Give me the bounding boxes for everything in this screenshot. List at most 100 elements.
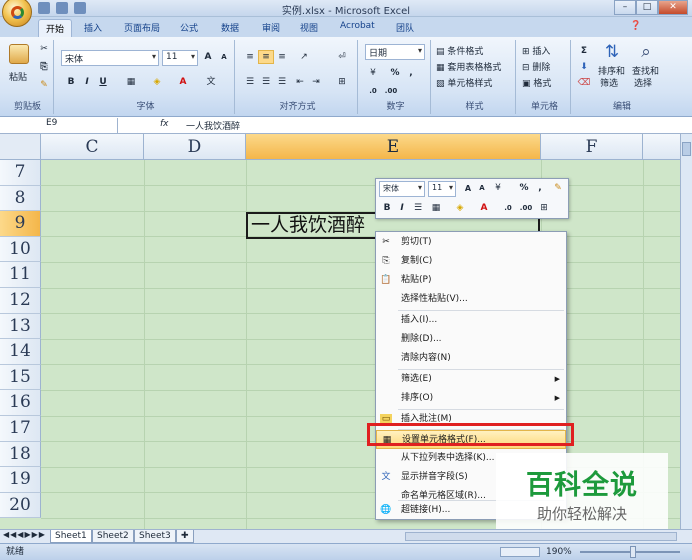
row-header[interactable]: 18 bbox=[0, 441, 41, 468]
font-size-combo[interactable]: 11 bbox=[162, 50, 198, 66]
format-painter-icon[interactable]: ✎ bbox=[36, 78, 52, 92]
insert-cells-button[interactable]: ⊞ 插入 bbox=[522, 44, 550, 60]
merge-center-icon[interactable]: ⊞ bbox=[334, 75, 350, 89]
select-all-corner[interactable] bbox=[0, 134, 41, 160]
maximize-button[interactable]: □ bbox=[636, 0, 658, 15]
italic-button[interactable]: I bbox=[79, 75, 95, 89]
fill-icon[interactable]: ⬇ bbox=[576, 60, 592, 74]
minimize-button[interactable]: – bbox=[614, 0, 636, 15]
decrease-indent-icon[interactable]: ⇤ bbox=[292, 75, 308, 89]
format-as-table-button[interactable]: ▦ 套用表格格式 bbox=[436, 60, 501, 76]
mini-font-color-icon[interactable]: A bbox=[476, 201, 492, 215]
scroll-thumb[interactable] bbox=[682, 142, 691, 156]
tab-acrobat[interactable]: Acrobat bbox=[340, 21, 375, 31]
paste-button[interactable]: 粘贴 bbox=[9, 70, 27, 86]
row-header[interactable]: 19 bbox=[0, 467, 41, 493]
decrease-decimal-icon[interactable]: .00 bbox=[383, 84, 399, 98]
cut-icon[interactable]: ✂ bbox=[36, 42, 52, 56]
mini-decrease-decimal-icon[interactable]: .00 bbox=[518, 201, 534, 215]
mini-shrink-icon[interactable]: A bbox=[474, 181, 490, 195]
menu-item-copy[interactable]: ⎘ 复制(C) bbox=[376, 252, 566, 271]
sort-filter-label-2[interactable]: 筛选 bbox=[600, 76, 618, 92]
clear-icon[interactable]: ⌫ bbox=[576, 76, 592, 90]
menu-item-paste[interactable]: 📋 粘贴(P) bbox=[376, 271, 566, 290]
currency-icon[interactable]: ¥ bbox=[365, 66, 381, 80]
mini-fill-color-icon[interactable]: ◈ bbox=[452, 201, 468, 215]
align-middle-icon[interactable]: ≡ bbox=[258, 50, 274, 64]
insert-sheet-icon[interactable]: ✚ bbox=[176, 530, 194, 543]
mini-format-painter-icon[interactable]: ✎ bbox=[550, 181, 566, 195]
menu-item-paste-special[interactable]: 选择性粘贴(V)... bbox=[376, 290, 566, 309]
mini-percent-button[interactable]: % bbox=[516, 181, 532, 195]
mini-bold-button[interactable]: B bbox=[379, 201, 395, 215]
font-name-combo[interactable]: 宋体 bbox=[61, 50, 159, 66]
vertical-scrollbar[interactable] bbox=[680, 134, 692, 529]
close-button[interactable]: ✕ bbox=[658, 0, 688, 15]
font-shrink-icon[interactable]: A bbox=[216, 50, 232, 64]
row-header[interactable]: 10 bbox=[0, 236, 41, 263]
tab-review[interactable]: 审阅 bbox=[262, 21, 280, 34]
row-header[interactable]: 16 bbox=[0, 390, 41, 416]
mini-font-combo[interactable]: 宋体 bbox=[379, 181, 425, 197]
tab-team[interactable]: 团队 bbox=[396, 21, 414, 34]
mini-size-combo[interactable]: 11 bbox=[428, 181, 456, 197]
increase-decimal-icon[interactable]: .0 bbox=[365, 84, 381, 98]
fill-color-icon[interactable]: ◈ bbox=[149, 75, 165, 89]
percent-button[interactable]: % bbox=[387, 66, 403, 80]
font-grow-icon[interactable]: A bbox=[200, 50, 216, 64]
font-color-icon[interactable]: A bbox=[175, 75, 191, 89]
mini-italic-button[interactable]: I bbox=[394, 201, 410, 215]
find-select-icon[interactable]: ⌕ bbox=[636, 42, 656, 62]
comma-button[interactable]: , bbox=[403, 66, 419, 80]
sheet-tab-2[interactable]: Sheet2 bbox=[92, 530, 134, 543]
mini-currency-icon[interactable]: ¥ bbox=[490, 181, 506, 195]
align-left-icon[interactable]: ☰ bbox=[242, 75, 258, 89]
row-header[interactable]: 15 bbox=[0, 364, 41, 391]
phonetic-icon[interactable]: 文 bbox=[203, 75, 219, 89]
menu-item-clear-contents[interactable]: 清除内容(N) bbox=[376, 349, 566, 368]
menu-item-cut[interactable]: ✂ 剪切(T) bbox=[376, 233, 566, 252]
column-header-c[interactable]: C bbox=[41, 134, 144, 160]
paste-icon[interactable] bbox=[9, 44, 29, 64]
tab-home[interactable]: 开始 bbox=[38, 19, 73, 37]
format-cells-button[interactable]: ▣ 格式 bbox=[522, 76, 551, 92]
mini-border-icon[interactable]: ▦ bbox=[428, 201, 444, 215]
row-header[interactable]: 17 bbox=[0, 416, 41, 442]
align-center-icon[interactable]: ☰ bbox=[258, 75, 274, 89]
sort-filter-icon[interactable]: ⇅ bbox=[602, 42, 622, 62]
align-bottom-icon[interactable]: ≡ bbox=[274, 50, 290, 64]
sheet-nav-arrows-icon[interactable]: ◀◀◀▶▶▶ bbox=[3, 530, 46, 539]
conditional-format-button[interactable]: ▤ 条件格式 bbox=[436, 44, 483, 60]
view-buttons-icon[interactable] bbox=[500, 547, 540, 557]
sheet-tab-1[interactable]: Sheet1 bbox=[50, 530, 92, 543]
find-select-label-2[interactable]: 选择 bbox=[634, 76, 652, 92]
tab-formulas[interactable]: 公式 bbox=[180, 21, 198, 34]
tab-view[interactable]: 视图 bbox=[300, 21, 318, 34]
zoom-level[interactable]: 190% bbox=[546, 544, 572, 560]
tab-data[interactable]: 数据 bbox=[221, 21, 239, 34]
column-header-next[interactable] bbox=[643, 134, 680, 160]
row-header[interactable]: 20 bbox=[0, 492, 41, 519]
help-icon[interactable]: ❓ bbox=[630, 21, 641, 31]
row-header[interactable]: 7 bbox=[0, 160, 41, 186]
row-header[interactable]: 13 bbox=[0, 313, 41, 340]
border-icon[interactable]: ▦ bbox=[123, 75, 139, 89]
menu-item-sort[interactable]: 排序(O) ▶ bbox=[376, 389, 566, 408]
align-top-icon[interactable]: ≡ bbox=[242, 50, 258, 64]
tab-page-layout[interactable]: 页面布局 bbox=[124, 21, 160, 34]
row-header[interactable]: 8 bbox=[0, 185, 41, 212]
mini-merge-icon[interactable]: ⊞ bbox=[536, 201, 552, 215]
zoom-slider-thumb[interactable] bbox=[630, 546, 636, 558]
horizontal-scrollbar[interactable] bbox=[405, 532, 677, 541]
autosum-button[interactable]: Σ bbox=[576, 44, 592, 58]
formula-input[interactable]: 一人我饮酒醉 bbox=[186, 119, 240, 132]
align-right-icon[interactable]: ☰ bbox=[274, 75, 290, 89]
row-header[interactable]: 9 bbox=[0, 211, 41, 237]
cell-styles-button[interactable]: ▧ 单元格样式 bbox=[436, 76, 492, 92]
column-header-e[interactable]: E bbox=[246, 134, 541, 160]
tab-insert[interactable]: 插入 bbox=[84, 21, 102, 34]
bold-button[interactable]: B bbox=[63, 75, 79, 89]
mini-comma-button[interactable]: , bbox=[532, 181, 548, 195]
sheet-tab-3[interactable]: Sheet3 bbox=[134, 530, 176, 543]
column-header-f[interactable]: F bbox=[541, 134, 643, 160]
